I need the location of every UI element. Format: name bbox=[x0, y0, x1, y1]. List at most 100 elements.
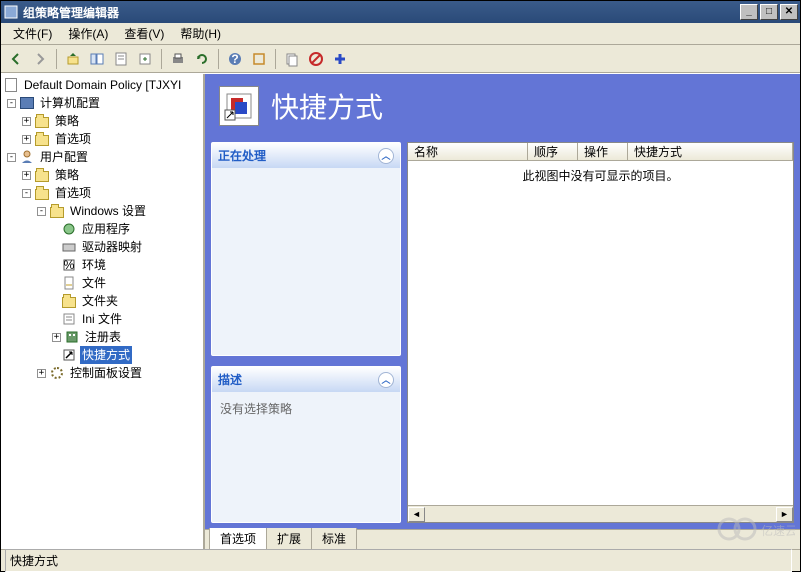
env-icon: % bbox=[61, 257, 77, 273]
description-header[interactable]: 描述 ︿ bbox=[212, 367, 400, 392]
copy-button[interactable] bbox=[281, 48, 303, 70]
menu-file[interactable]: 文件(F) bbox=[5, 23, 60, 44]
tree-ini-files[interactable]: Ini 文件 bbox=[3, 310, 201, 328]
toolbar-separator bbox=[218, 49, 219, 69]
task-column: 正在处理 ︿ 描述 ︿ 没有选择策略 bbox=[211, 142, 401, 523]
app-icon bbox=[3, 4, 19, 20]
expander-icon[interactable]: + bbox=[37, 369, 46, 378]
registry-icon bbox=[64, 329, 80, 345]
list-view[interactable]: 名称 顺序 操作 快捷方式 此视图中没有可显示的项目。 ◄ ► bbox=[407, 142, 794, 523]
expander-icon[interactable]: - bbox=[7, 99, 16, 108]
tab-extended[interactable]: 扩展 bbox=[266, 528, 312, 549]
tree-folders[interactable]: 文件夹 bbox=[3, 292, 201, 310]
tree-drive-maps[interactable]: 驱动器映射 bbox=[3, 238, 201, 256]
col-target[interactable]: 快捷方式 bbox=[628, 143, 793, 160]
details-content: 快捷方式 正在处理 ︿ 描述 ︿ bbox=[205, 74, 800, 529]
properties-button[interactable] bbox=[110, 48, 132, 70]
toolbar-separator bbox=[56, 49, 57, 69]
details-panel: 快捷方式 正在处理 ︿ 描述 ︿ bbox=[205, 74, 800, 549]
back-button[interactable] bbox=[5, 48, 27, 70]
tree-user-config[interactable]: - 用户配置 bbox=[3, 148, 201, 166]
add-button[interactable] bbox=[329, 48, 351, 70]
title-bar: 组策略管理编辑器 _ □ ✕ bbox=[1, 1, 800, 23]
folder-icon bbox=[49, 203, 65, 219]
expander-icon[interactable]: + bbox=[22, 171, 31, 180]
svg-text:?: ? bbox=[231, 52, 238, 66]
col-name[interactable]: 名称 bbox=[408, 143, 528, 160]
tree-files[interactable]: 文件 bbox=[3, 274, 201, 292]
scroll-right-button[interactable]: ► bbox=[776, 507, 793, 522]
stop-button[interactable] bbox=[305, 48, 327, 70]
tab-bar: 首选项 扩展 标准 bbox=[205, 529, 800, 549]
menu-action[interactable]: 操作(A) bbox=[60, 23, 116, 44]
close-button[interactable]: ✕ bbox=[780, 4, 798, 20]
help-button[interactable]: ? bbox=[224, 48, 246, 70]
col-order[interactable]: 顺序 bbox=[528, 143, 578, 160]
tree-root[interactable]: Default Domain Policy [TJXYI bbox=[3, 76, 201, 94]
folder-icon bbox=[34, 113, 50, 129]
expander-icon[interactable]: + bbox=[22, 117, 31, 126]
list-body: 此视图中没有可显示的项目。 bbox=[408, 161, 793, 505]
maximize-button[interactable]: □ bbox=[760, 4, 778, 20]
col-action[interactable]: 操作 bbox=[578, 143, 628, 160]
tree-user-preferences[interactable]: - 首选项 bbox=[3, 184, 201, 202]
tree-registry[interactable]: + 注册表 bbox=[3, 328, 201, 346]
tree-comp-preferences[interactable]: + 首选项 bbox=[3, 130, 201, 148]
ini-icon bbox=[61, 311, 77, 327]
description-body: 没有选择策略 bbox=[212, 392, 400, 522]
scroll-left-button[interactable]: ◄ bbox=[408, 507, 425, 522]
tree-panel[interactable]: Default Domain Policy [TJXYI - 计算机配置 + 策… bbox=[1, 74, 205, 549]
computer-icon bbox=[19, 95, 35, 111]
expander-icon[interactable]: + bbox=[52, 333, 61, 342]
details-header: 快捷方式 bbox=[211, 80, 794, 136]
toolbar: ? bbox=[1, 45, 800, 73]
tab-preferences[interactable]: 首选项 bbox=[209, 528, 267, 549]
shortcut-icon bbox=[61, 347, 77, 363]
minimize-button[interactable]: _ bbox=[740, 4, 758, 20]
expander-icon[interactable]: - bbox=[7, 153, 16, 162]
processing-card: 正在处理 ︿ bbox=[211, 142, 401, 356]
tab-standard[interactable]: 标准 bbox=[311, 528, 357, 549]
svg-text:%: % bbox=[64, 258, 75, 272]
toolbar-separator bbox=[275, 49, 276, 69]
chevron-up-icon[interactable]: ︿ bbox=[378, 148, 394, 164]
show-hide-button[interactable] bbox=[86, 48, 108, 70]
tree-user-policies[interactable]: + 策略 bbox=[3, 166, 201, 184]
tree-shortcuts[interactable]: 快捷方式 bbox=[3, 346, 201, 364]
export-button[interactable] bbox=[134, 48, 156, 70]
description-card: 描述 ︿ 没有选择策略 bbox=[211, 366, 401, 523]
print-button[interactable] bbox=[167, 48, 189, 70]
tree-control-panel[interactable]: + 控制面板设置 bbox=[3, 364, 201, 382]
empty-message: 此视图中没有可显示的项目。 bbox=[408, 161, 793, 184]
toolbar-separator bbox=[161, 49, 162, 69]
chevron-up-icon[interactable]: ︿ bbox=[378, 372, 394, 388]
tree-applications[interactable]: 应用程序 bbox=[3, 220, 201, 238]
expander-icon[interactable]: - bbox=[37, 207, 46, 216]
apps-icon bbox=[61, 221, 77, 237]
menu-help[interactable]: 帮助(H) bbox=[172, 23, 229, 44]
status-text: 快捷方式 bbox=[5, 549, 792, 572]
main-area: Default Domain Policy [TJXYI - 计算机配置 + 策… bbox=[1, 73, 800, 549]
tree-environment[interactable]: % 环境 bbox=[3, 256, 201, 274]
refresh-button[interactable] bbox=[191, 48, 213, 70]
filter-button[interactable] bbox=[248, 48, 270, 70]
expander-icon[interactable]: - bbox=[22, 189, 31, 198]
file-icon bbox=[61, 275, 77, 291]
shortcut-large-icon bbox=[219, 86, 259, 126]
horizontal-scrollbar[interactable]: ◄ ► bbox=[408, 505, 793, 522]
folder-icon bbox=[34, 167, 50, 183]
expander-icon[interactable]: + bbox=[22, 135, 31, 144]
tree-windows-settings[interactable]: - Windows 设置 bbox=[3, 202, 201, 220]
processing-header[interactable]: 正在处理 ︿ bbox=[212, 143, 400, 168]
forward-button[interactable] bbox=[29, 48, 51, 70]
up-button[interactable] bbox=[62, 48, 84, 70]
menu-view[interactable]: 查看(V) bbox=[116, 23, 172, 44]
user-icon bbox=[19, 149, 35, 165]
folder-icon bbox=[34, 185, 50, 201]
folder-icon bbox=[34, 131, 50, 147]
details-title: 快捷方式 bbox=[271, 86, 383, 126]
control-panel-icon bbox=[49, 365, 65, 381]
tree-comp-policies[interactable]: + 策略 bbox=[3, 112, 201, 130]
processing-body bbox=[212, 168, 400, 298]
tree-computer-config[interactable]: - 计算机配置 bbox=[3, 94, 201, 112]
